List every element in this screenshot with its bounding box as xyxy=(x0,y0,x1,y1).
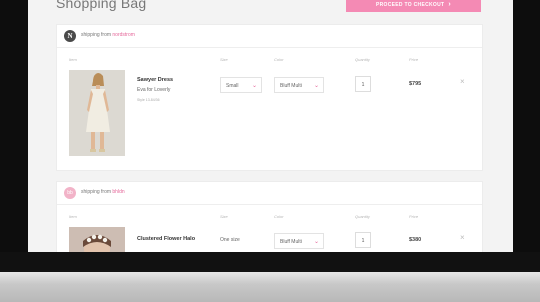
checkout-label: PROCEED TO CHECKOUT xyxy=(375,2,445,8)
screen: Shopping Bag PROCEED TO CHECKOUT › N ship… xyxy=(28,0,513,252)
order-card-bhldn: bb shipping from bhldn Item Size Color Q… xyxy=(56,181,483,252)
size-value: One size xyxy=(220,237,240,243)
chevron-right-icon: › xyxy=(448,1,452,8)
color-value: Bluff Multi xyxy=(280,83,302,89)
remove-item-icon[interactable]: × xyxy=(460,233,465,242)
product-name[interactable]: Sawyer Dress xyxy=(137,77,173,83)
page-title: Shopping Bag xyxy=(56,0,147,11)
product-price: $795 xyxy=(409,81,422,87)
product-style: Style 13-84/36 xyxy=(137,98,160,102)
nordstrom-logo-icon: N xyxy=(64,30,76,42)
column-header-price: Price xyxy=(409,57,419,62)
column-header-color: Color xyxy=(274,214,284,219)
color-select[interactable]: Bluff Multi ⌄ xyxy=(274,233,324,249)
monitor-bezel-left xyxy=(0,0,28,272)
column-header-size: Size xyxy=(220,214,228,219)
column-header-color: Color xyxy=(274,57,284,62)
quantity-input[interactable]: 1 xyxy=(355,232,371,248)
product-brand: Eva for Loverly xyxy=(137,87,171,93)
monitor-base xyxy=(0,272,540,302)
quantity-input[interactable]: 1 xyxy=(355,76,371,92)
store-header: N shipping from nordstrom xyxy=(57,25,482,48)
monitor-bezel-right xyxy=(513,0,540,272)
remove-item-icon[interactable]: × xyxy=(460,77,465,86)
chevron-down-icon: ⌄ xyxy=(313,239,319,245)
store-link[interactable]: nordstrom xyxy=(112,32,135,38)
color-select[interactable]: Bluff Multi ⌄ xyxy=(274,77,324,93)
shipping-prefix: shipping from xyxy=(81,32,112,38)
chevron-down-icon: ⌄ xyxy=(313,83,319,89)
product-image-sawyer-dress[interactable] xyxy=(69,70,125,156)
shipping-prefix: shipping from xyxy=(81,189,112,195)
column-header-quantity: Quantity xyxy=(355,214,370,219)
store-header: bb shipping from bhldn xyxy=(57,182,482,205)
column-header-quantity: Quantity xyxy=(355,57,370,62)
shipping-from-text: shipping from nordstrom xyxy=(81,32,135,38)
product-name[interactable]: Clustered Flower Halo xyxy=(137,236,195,242)
shipping-from-text: shipping from bhldn xyxy=(81,189,125,195)
order-card-nordstrom: N shipping from nordstrom Item Size Colo… xyxy=(56,24,483,171)
color-value: Bluff Multi xyxy=(280,239,302,245)
column-header-item: Item xyxy=(69,57,77,62)
monitor-bezel-bottom xyxy=(0,252,540,272)
bhldn-logo-icon: bb xyxy=(64,187,76,199)
product-image-flower-halo[interactable] xyxy=(69,227,125,252)
size-value: Small xyxy=(226,83,239,89)
column-header-size: Size xyxy=(220,57,228,62)
product-price: $380 xyxy=(409,237,422,243)
column-header-item: Item xyxy=(69,214,77,219)
proceed-to-checkout-button[interactable]: PROCEED TO CHECKOUT › xyxy=(346,0,481,12)
size-select[interactable]: Small ⌄ xyxy=(220,77,262,93)
column-header-price: Price xyxy=(409,214,419,219)
store-link[interactable]: bhldn xyxy=(112,189,124,195)
chevron-down-icon: ⌄ xyxy=(251,83,257,89)
